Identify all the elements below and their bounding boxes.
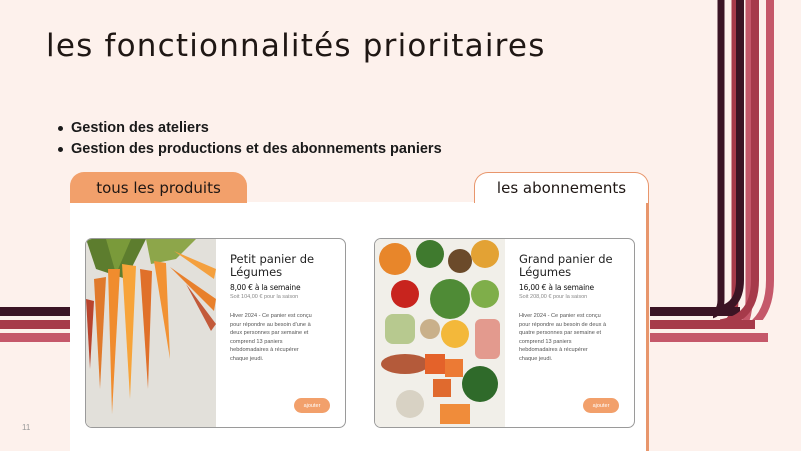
- desc-line: comprend 13 paniers: [230, 338, 283, 345]
- card-description: Hiver 2024 - Ce panier est conçu pour ré…: [519, 312, 627, 364]
- card-description: Hiver 2024 - Ce panier est conçu pour ré…: [230, 312, 338, 364]
- product-card-large-basket[interactable]: Grand panier de Légumes 16,00 € à la sem…: [374, 238, 635, 428]
- bullet-text: Gestion des ateliers: [71, 120, 209, 136]
- card-price: 8,00 € à la semaine: [230, 283, 301, 292]
- bullet-dot-icon: [58, 147, 63, 152]
- tab-subscriptions[interactable]: les abonnements: [474, 172, 649, 203]
- add-button[interactable]: ajouter: [294, 398, 330, 413]
- vegetables-photo-icon: [375, 239, 505, 427]
- bullet-item: Gestion des ateliers: [58, 118, 442, 139]
- tab-all-products[interactable]: tous les produits: [70, 172, 247, 203]
- desc-line: Hiver 2024 - Ce panier est conçu: [230, 313, 312, 319]
- carrots-photo-icon: [86, 239, 216, 427]
- desc-line: comprend 13 paniers: [519, 338, 572, 345]
- desc-line: pour répondre au besoin d'une à: [230, 321, 311, 328]
- card-title: Légumes: [519, 265, 572, 279]
- bullet-list: Gestion des ateliers Gestion des product…: [58, 118, 442, 160]
- card-price: 16,00 € à la semaine: [519, 283, 594, 292]
- desc-line: quatre personnes par semaine et: [519, 330, 602, 337]
- bullet-dot-icon: [58, 126, 63, 131]
- product-card-small-basket[interactable]: Petit panier de Légumes 8,00 € à la sema…: [85, 238, 346, 428]
- card-body: Grand panier de Légumes 16,00 € à la sem…: [519, 253, 627, 364]
- desc-line: deux personnes par semaine et: [230, 330, 309, 337]
- desc-line: hebdomadaires à récupérer: [230, 347, 299, 354]
- desc-line: chaque jeudi.: [230, 355, 264, 362]
- add-button[interactable]: ajouter: [583, 398, 619, 413]
- card-season-total: Soit 208,00 € pour la saison: [519, 294, 588, 300]
- desc-line: hebdomadaires à récupérer: [519, 347, 588, 354]
- bullet-item: Gestion des productions et des abonnemen…: [58, 139, 442, 160]
- desc-line: Hiver 2024 - Ce panier est conçu: [519, 313, 601, 319]
- decorative-stripes-vertical: [720, 0, 774, 320]
- slide-title: les fonctionnalités prioritaires: [46, 28, 546, 64]
- card-title: Légumes: [230, 265, 283, 279]
- desc-line: chaque jeudi.: [519, 355, 553, 362]
- desc-line: pour répondre au besoin de deux à: [519, 321, 607, 328]
- bullet-text: Gestion des productions et des abonnemen…: [71, 141, 442, 157]
- card-body: Petit panier de Légumes 8,00 € à la sema…: [230, 253, 338, 364]
- page-number: 11: [22, 423, 31, 432]
- card-season-total: Soit 104,00 € pour la saison: [230, 294, 299, 300]
